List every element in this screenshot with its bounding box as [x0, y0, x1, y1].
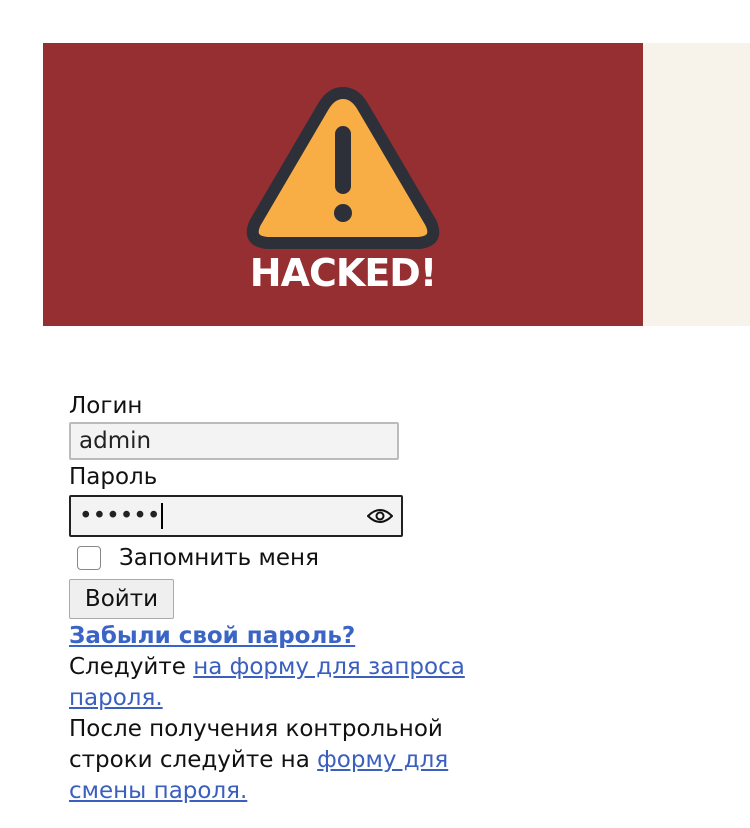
- hacked-banner: HACKED!: [43, 43, 643, 326]
- password-label: Пароль: [69, 464, 158, 490]
- login-button[interactable]: Войти: [69, 579, 174, 619]
- remember-checkbox[interactable]: [77, 546, 101, 570]
- remember-me[interactable]: Запомнить меня: [69, 537, 509, 579]
- password-value: ••••••: [79, 501, 164, 532]
- login-label: Логин: [69, 393, 143, 419]
- background-photo: [643, 43, 750, 326]
- remember-label: Запомнить меня: [119, 544, 319, 571]
- login-form: Логин admin Пароль •••••• Запомнить меня…: [69, 391, 509, 807]
- password-input[interactable]: ••••••: [69, 495, 403, 537]
- request-instructions: Следуйте на форму для запроса пароля.: [69, 654, 465, 711]
- warning-triangle-icon: [246, 87, 440, 249]
- forgot-password-link[interactable]: Забыли свой пароль?: [69, 621, 509, 652]
- login-value: admin: [79, 427, 152, 454]
- hacked-text: HACKED!: [249, 251, 437, 295]
- show-password-eye-icon[interactable]: [367, 508, 393, 524]
- login-input[interactable]: admin: [69, 422, 399, 460]
- change-instructions: После получения контрольной строки следу…: [69, 716, 449, 804]
